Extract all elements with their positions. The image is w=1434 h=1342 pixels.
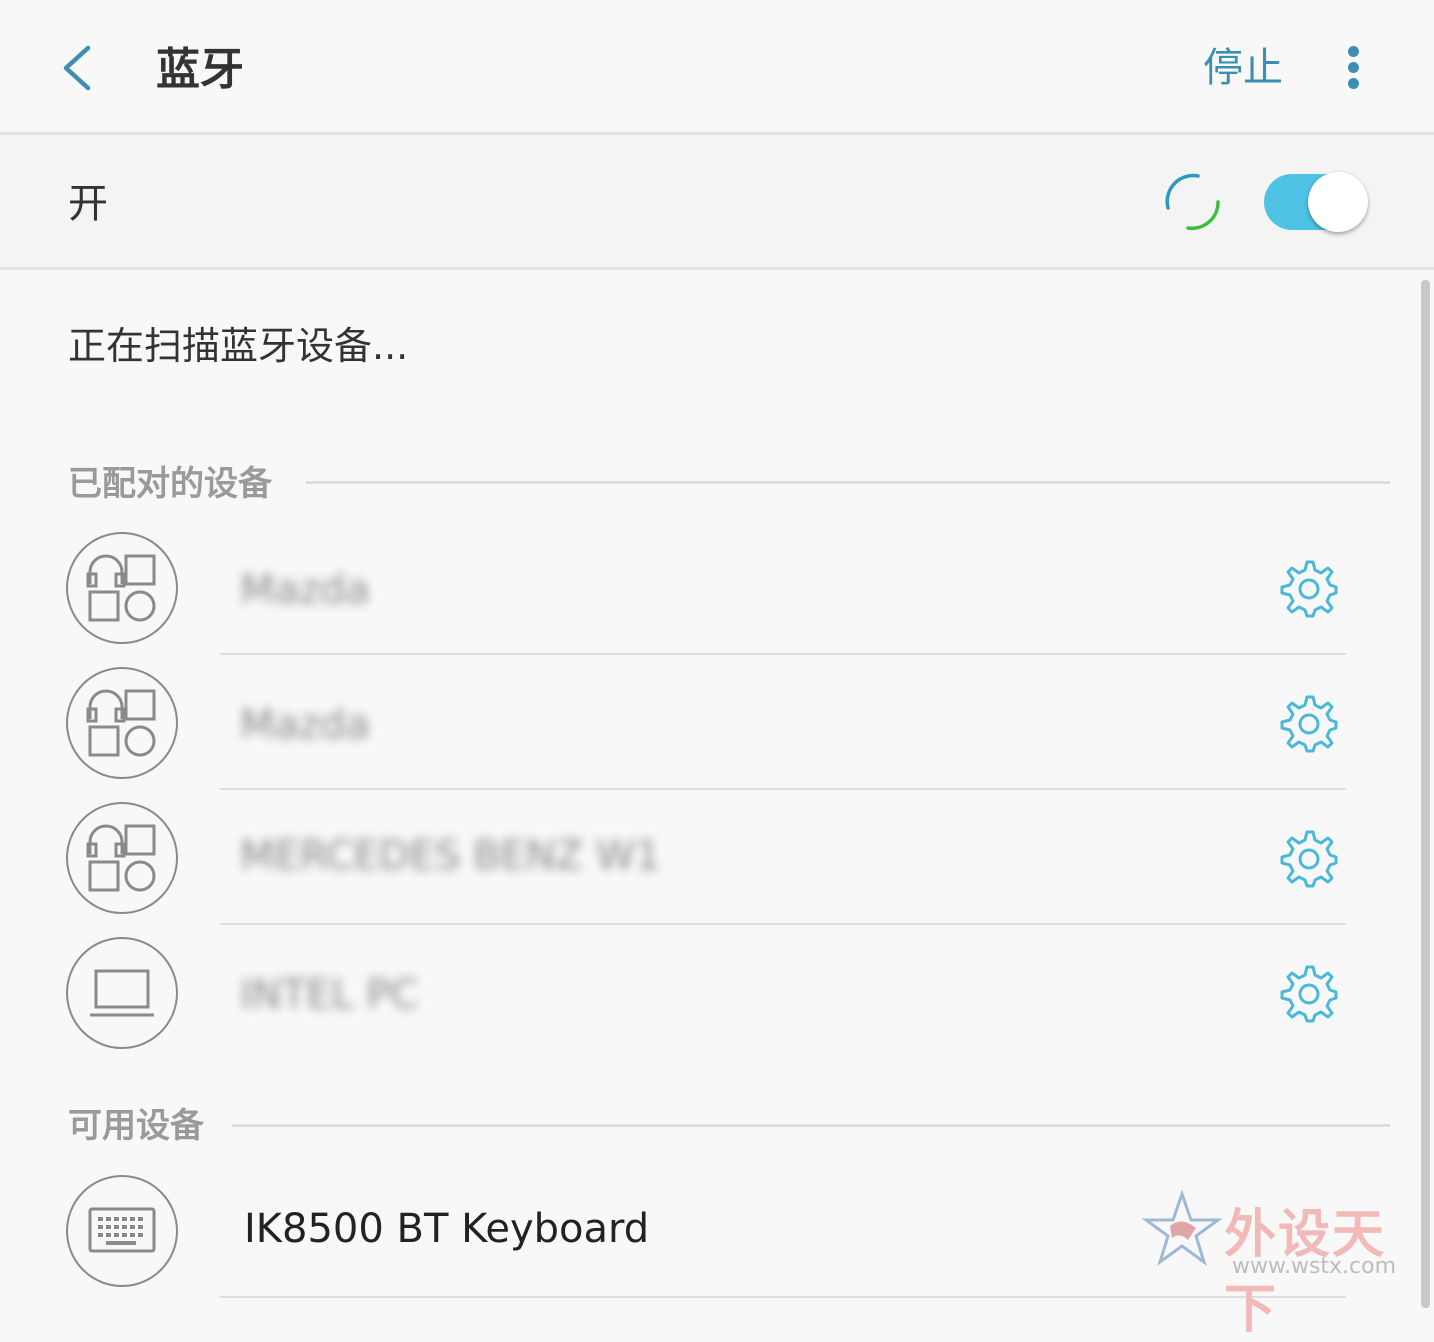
- multi-device-icon: [86, 689, 156, 757]
- more-options-icon: [1348, 46, 1359, 57]
- device-settings-button[interactable]: [1278, 963, 1338, 1023]
- paired-device-row[interactable]: MERCEDES BENZ W1: [0, 802, 1420, 937]
- available-devices-heading: 可用设备: [68, 1106, 204, 1146]
- chevron-left-icon: [63, 45, 91, 91]
- device-name: Mazda: [240, 567, 370, 613]
- gear-icon: [1280, 560, 1338, 618]
- row-divider: [220, 788, 1346, 790]
- device-settings-button[interactable]: [1278, 828, 1338, 888]
- device-name: Mazda: [240, 702, 370, 748]
- section-divider: [306, 481, 1390, 484]
- loading-spinner-icon: [1165, 173, 1220, 231]
- paired-devices-heading: 已配对的设备: [68, 464, 272, 504]
- back-button[interactable]: [52, 38, 106, 98]
- row-divider: [220, 1296, 1346, 1298]
- row-divider: [220, 653, 1346, 655]
- paired-device-row[interactable]: Mazda: [0, 532, 1420, 667]
- section-divider: [232, 1124, 1390, 1127]
- device-icon: [66, 532, 178, 644]
- multi-device-icon: [86, 554, 156, 622]
- stop-button[interactable]: 停止: [1203, 40, 1283, 96]
- device-name: MERCEDES BENZ W1: [240, 833, 661, 879]
- scanning-status: 正在扫描蓝牙设备...: [68, 324, 409, 368]
- switch-label: 开: [68, 181, 108, 227]
- device-icon: [66, 667, 178, 779]
- paired-device-row[interactable]: Mazda: [0, 667, 1420, 802]
- device-icon: [66, 802, 178, 914]
- device-name: IK8500 BT Keyboard: [244, 1206, 650, 1252]
- watermark-url: www.wstx.com: [1232, 1254, 1397, 1279]
- device-icon: [66, 937, 178, 1049]
- row-divider: [220, 923, 1346, 925]
- toggle-thumb: [1308, 172, 1368, 232]
- laptop-icon: [90, 969, 154, 1017]
- watermark-logo: 外设天下 www.wstx.com: [1140, 1188, 1430, 1340]
- star-logo-icon: [1142, 1190, 1222, 1266]
- gear-icon: [1280, 965, 1338, 1023]
- paired-device-row[interactable]: INTEL PC: [0, 937, 1420, 1072]
- bluetooth-toggle[interactable]: [1262, 172, 1368, 232]
- multi-device-icon: [86, 824, 156, 892]
- gear-icon: [1280, 830, 1338, 888]
- page-title: 蓝牙: [156, 44, 244, 95]
- scrollbar[interactable]: [1421, 280, 1430, 1308]
- keyboard-icon: [88, 1207, 156, 1253]
- device-settings-button[interactable]: [1278, 558, 1338, 618]
- gear-icon: [1280, 695, 1338, 753]
- device-icon: [66, 1175, 178, 1287]
- device-name: INTEL PC: [240, 972, 419, 1018]
- more-options-button[interactable]: [1336, 40, 1372, 96]
- device-settings-button[interactable]: [1278, 693, 1338, 753]
